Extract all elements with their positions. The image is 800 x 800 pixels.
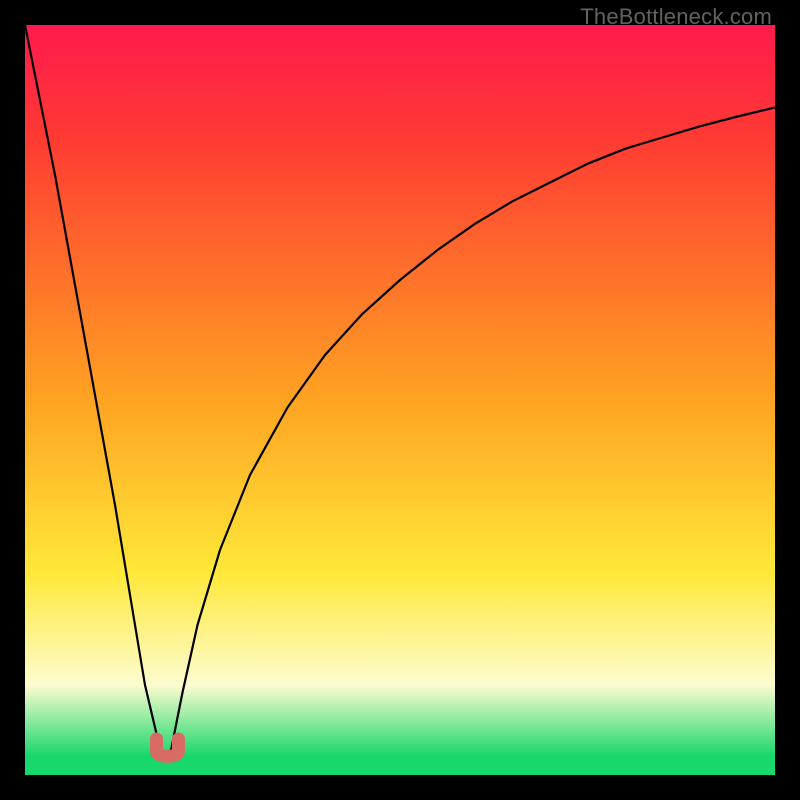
optimum-marker xyxy=(157,739,179,756)
watermark-text: TheBottleneck.com xyxy=(580,4,772,30)
curve-layer xyxy=(25,25,775,775)
bottleneck-curve xyxy=(25,25,775,756)
plot-frame xyxy=(25,25,775,775)
